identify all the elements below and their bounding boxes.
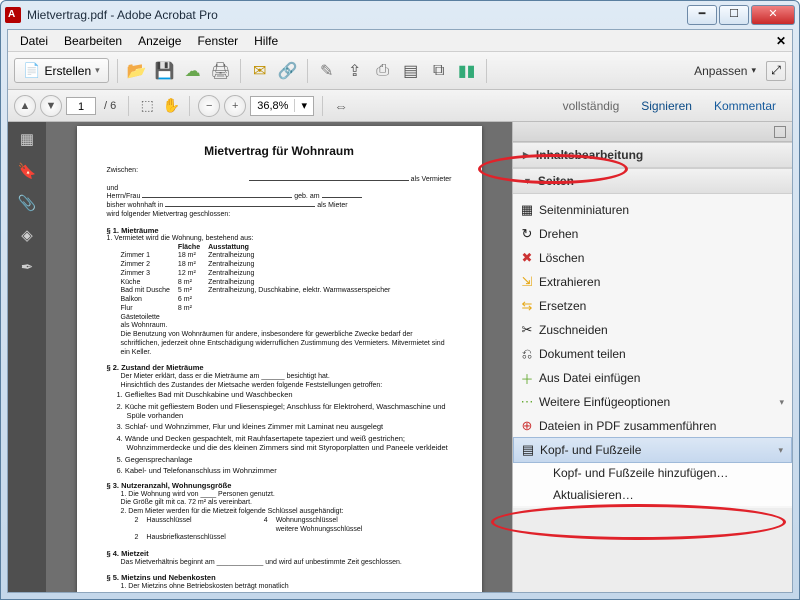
split-icon: ⎌ [519,346,535,362]
menu-anzeige[interactable]: Anzeige [130,34,189,48]
doc-title: Mietvertrag für Wohnraum [107,144,452,159]
create-button[interactable]: 📄 Erstellen ▾ [14,58,109,83]
page-total-label: / 6 [100,100,120,112]
create-pdf-icon: 📄 [23,62,40,79]
chevron-down-icon: ▾ [95,65,100,76]
stamp-icon[interactable]: ⎙ [372,60,394,82]
chevron-down-icon: ▾ [778,445,783,456]
form-icon[interactable]: ▤ [400,60,422,82]
chevron-down-icon: ▾ [751,65,756,76]
chevron-down-icon: ▾ [294,99,313,112]
close-button[interactable]: ✕ [751,5,795,25]
seiten-body: ▦Seitenminiaturen ↻Drehen ✖Löschen ⇲Extr… [513,194,792,508]
delete-icon: ✖ [519,250,535,266]
share-icon[interactable]: 🔗 [277,60,299,82]
section-seiten[interactable]: ▼ Seiten [513,168,792,194]
menu-datei[interactable]: Datei [12,34,56,48]
rooms-table: FlächeAusstattung Zimmer 118 m²Zentralhe… [121,244,399,323]
menu-bearbeiten[interactable]: Bearbeiten [56,34,130,48]
signatures-icon[interactable]: ✒ [18,258,36,276]
thumbnails-icon[interactable]: ▦ [18,130,36,148]
hand-tool-icon[interactable]: ✋ [161,96,181,116]
extract-icon: ⇲ [519,274,535,290]
more-insert-icon: ⋯ [519,394,535,410]
chevron-down-icon: ▼ [523,176,532,186]
attachments-icon[interactable]: 📎 [18,194,36,212]
item-zuschneiden[interactable]: ✂Zuschneiden [513,318,792,342]
copy-icon[interactable]: ⧉ [428,60,450,82]
export-icon[interactable]: ⇪ [344,60,366,82]
insert-file-icon: ＋ [519,370,535,386]
zoom-value: 36,8% [251,100,294,112]
fit-width-icon[interactable]: ⇔ [331,96,351,116]
item-drehen[interactable]: ↻Drehen [513,222,792,246]
rotate-icon: ↻ [519,226,535,242]
section-label: Seiten [538,174,574,188]
section-label: Inhaltsbearbeitung [536,148,643,162]
window-title: Mietvertrag.pdf - Adobe Acrobat Pro [27,8,687,22]
item-weitere-einfuege[interactable]: ⋯Weitere Einfügeoptionen▾ [513,390,792,414]
fullscreen-icon[interactable]: ⤢ [766,61,786,81]
document-viewport[interactable]: Mietvertrag für Wohnraum Zwischen: als V… [46,122,512,592]
create-label: Erstellen [44,64,91,78]
item-extrahieren[interactable]: ⇲Extrahieren [513,270,792,294]
zoom-out-button[interactable]: − [198,95,220,117]
minimize-button[interactable]: ━ [687,5,717,25]
cloud-icon[interactable]: ☁ [182,60,204,82]
item-loeschen[interactable]: ✖Löschen [513,246,792,270]
tools-panel-header [513,122,792,142]
panel-options-icon[interactable] [774,126,786,138]
zoom-combo[interactable]: 36,8% ▾ [250,96,314,116]
menu-hilfe[interactable]: Hilfe [246,34,286,48]
tab-kommentar[interactable]: Kommentar [704,95,786,117]
open-icon[interactable]: 📂 [126,60,148,82]
maximize-button[interactable]: ☐ [719,5,749,25]
print-icon[interactable]: 🖨 [210,60,232,82]
item-dokument-teilen[interactable]: ⎌Dokument teilen [513,342,792,366]
item-kopf-fusszeile[interactable]: ▤Kopf- und Fußzeile▾ [513,437,792,463]
sub-hinzufuegen[interactable]: Kopf- und Fußzeile hinzufügen… [513,462,792,484]
header-footer-icon: ▤ [520,442,536,458]
navigation-rail: ▦ 🔖 📎 ◈ ✒ [8,122,46,592]
item-zusammenfuehren[interactable]: ⊕Dateien in PDF zusammenführen [513,414,792,438]
prev-page-button[interactable]: ▲ [14,95,36,117]
pdf-page: Mietvertrag für Wohnraum Zwischen: als V… [77,126,482,592]
layers-icon[interactable]: ◈ [18,226,36,244]
tab-signieren[interactable]: Signieren [631,95,702,117]
pages-icon: ▦ [519,202,535,218]
menu-fenster[interactable]: Fenster [189,34,246,48]
window-titlebar: Mietvertrag.pdf - Adobe Acrobat Pro ━ ☐ … [1,1,799,29]
crop-icon: ✂ [519,322,535,338]
bookmarks-icon[interactable]: 🔖 [18,162,36,180]
sub-aktualisieren[interactable]: Aktualisieren… [513,484,792,506]
chevron-right-icon: ▶ [523,150,530,161]
item-aus-datei[interactable]: ＋Aus Datei einfügen [513,366,792,390]
item-seitenminiaturen[interactable]: ▦Seitenminiaturen [513,198,792,222]
next-page-button[interactable]: ▼ [40,95,62,117]
section-inhaltsbearbeitung[interactable]: ▶ Inhaltsbearbeitung [513,142,792,168]
combine-icon: ⊕ [519,418,535,434]
selection-tool-icon[interactable]: ⬚ [137,96,157,116]
tab-vollstaendig[interactable]: vollständig [553,95,630,117]
kopf-fuss-submenu: Kopf- und Fußzeile hinzufügen… Aktualisi… [513,462,792,506]
app-icon [5,7,21,23]
edit-icon[interactable]: ✎ [316,60,338,82]
nav-toolbar: ▲ ▼ 1 / 6 ⬚ ✋ − + 36,8% ▾ ⇔ vollständig … [8,90,792,122]
zoom-in-button[interactable]: + [224,95,246,117]
customize-button[interactable]: Anpassen ▾ [694,64,756,78]
replace-icon: ⇆ [519,298,535,314]
close-doc-button[interactable]: ✕ [770,34,792,48]
tools-panel: ▶ Inhaltsbearbeitung ▼ Seiten ▦Seitenmin… [512,122,792,592]
item-ersetzen[interactable]: ⇆Ersetzen [513,294,792,318]
save-icon[interactable]: 💾 [154,60,176,82]
customize-label: Anpassen [694,64,747,78]
mail-icon[interactable]: ✉ [249,60,271,82]
menubar: Datei Bearbeiten Anzeige Fenster Hilfe ✕ [8,30,792,52]
chevron-down-icon: ▾ [779,397,784,408]
secure-icon[interactable]: ▮▮ [456,60,478,82]
main-toolbar: 📄 Erstellen ▾ 📂 💾 ☁ 🖨 ✉ 🔗 ✎ ⇪ ⎙ ▤ ⧉ ▮▮ A… [8,52,792,90]
page-number-input[interactable]: 1 [66,97,96,115]
